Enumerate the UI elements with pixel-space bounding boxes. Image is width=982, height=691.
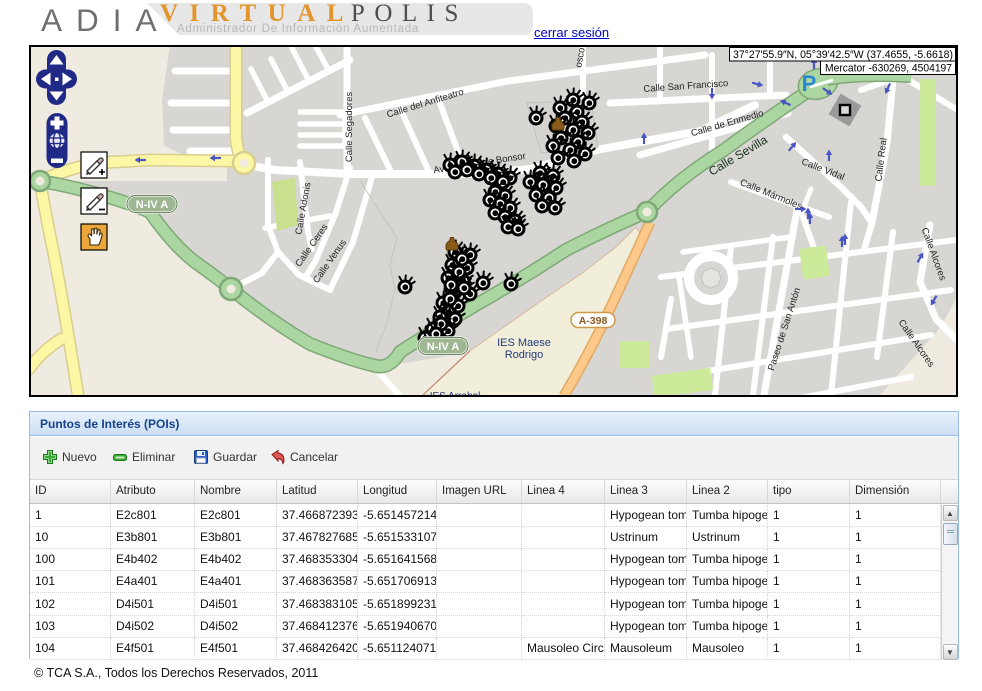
svg-text:N-IV A: N-IV A <box>136 199 169 211</box>
svg-text:IES Maese: IES Maese <box>497 337 551 349</box>
svg-text:Mercator -630269, 4504197: Mercator -630269, 4504197 <box>825 63 952 75</box>
svg-text:Calle Segadores: Calle Segadores <box>344 92 355 162</box>
svg-text:P: P <box>802 71 817 96</box>
svg-text:A-398: A-398 <box>579 315 608 327</box>
svg-text:N-IV A: N-IV A <box>427 341 460 353</box>
svg-text:37°27′55.9″N, 05°39′42.5″W (37: 37°27′55.9″N, 05°39′42.5″W (37.4655, -5.… <box>733 49 953 61</box>
svg-text:IES Arrabal: IES Arrabal <box>430 391 481 395</box>
svg-text:Rodrigo: Rodrigo <box>505 349 544 361</box>
